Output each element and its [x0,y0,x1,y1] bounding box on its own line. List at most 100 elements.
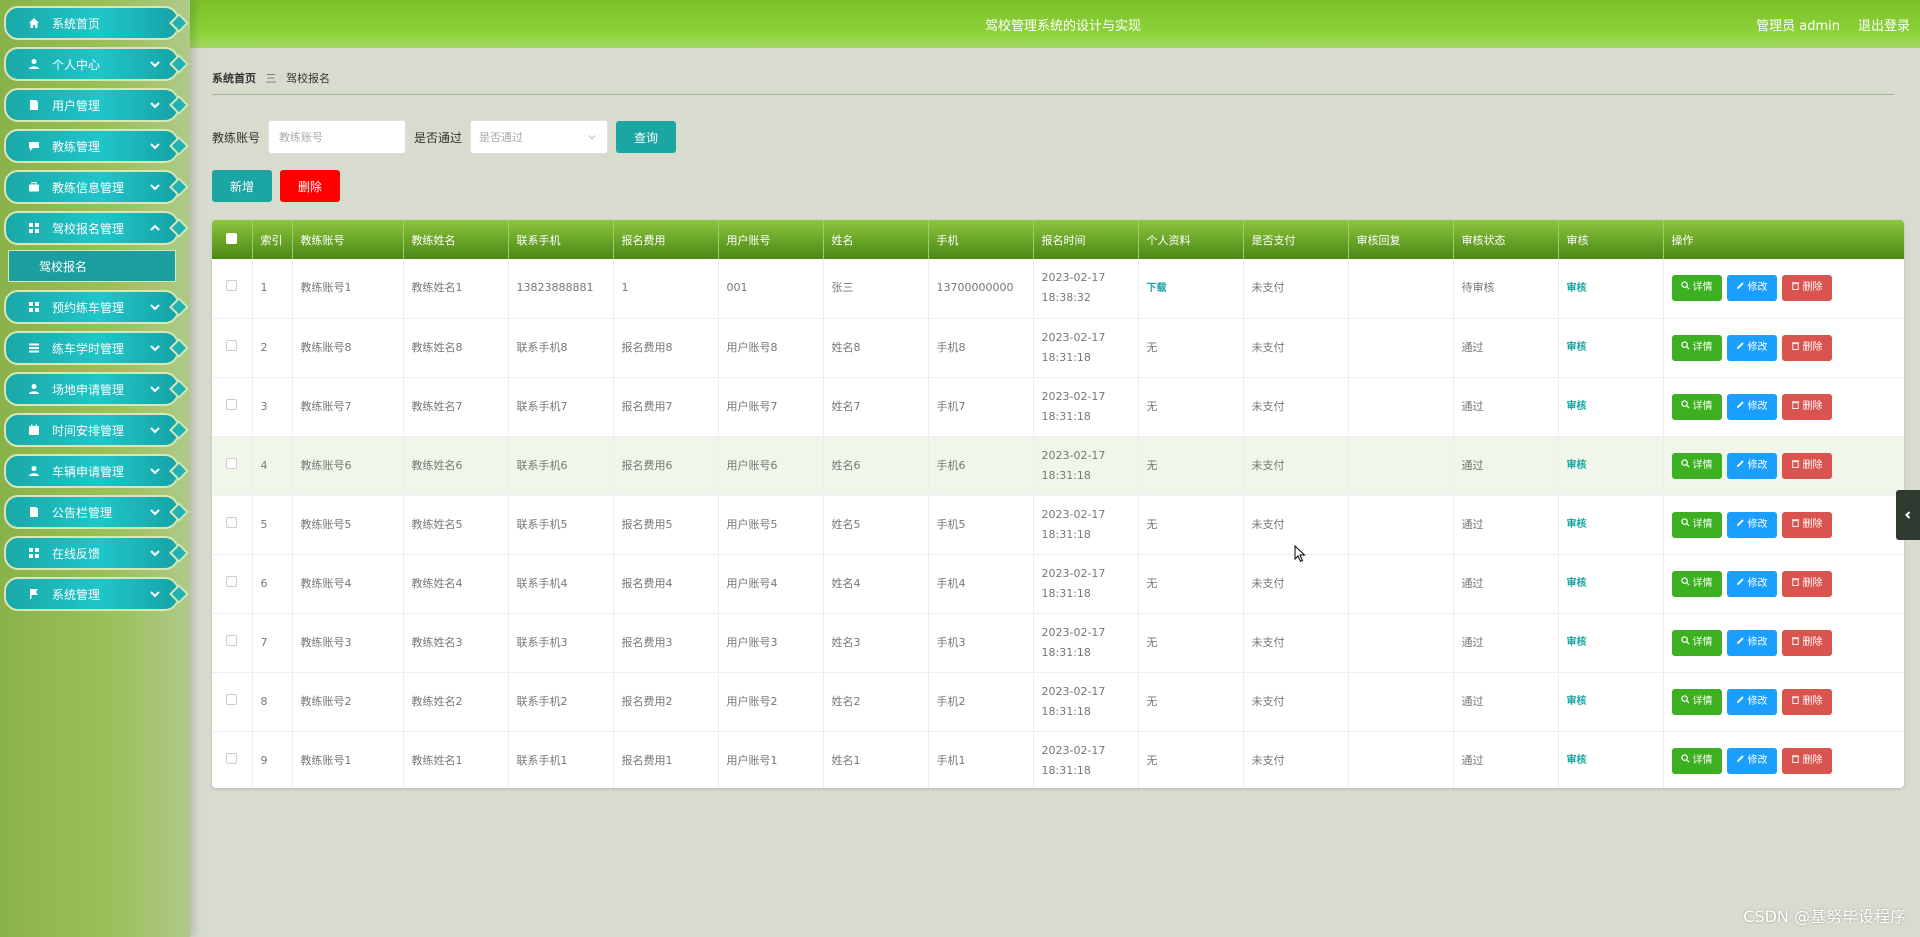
trash-icon [1791,338,1800,358]
collapse-panel-button[interactable] [1896,490,1920,540]
edit-button[interactable]: 修改 [1726,570,1777,597]
edit-button[interactable]: 修改 [1726,275,1777,302]
edit-button[interactable]: 修改 [1726,747,1777,774]
edit-button[interactable]: 修改 [1726,629,1777,656]
table-cell: 未支付 [1243,672,1349,731]
audit-link[interactable]: 审核 [1567,401,1587,412]
menu-diamond-ornament [169,136,189,156]
sidebar-item-3[interactable]: 教练管理 [4,129,189,163]
sidebar-item-11[interactable]: 公告栏管理 [4,495,189,529]
detail-button[interactable]: 详情 [1671,275,1722,302]
pencil-icon [1736,338,1745,358]
trash-icon [1791,751,1800,771]
sidebar-item-9[interactable]: 时间安排管理 [4,413,189,447]
audit-cell: 审核 [1558,377,1664,436]
audit-link[interactable]: 审核 [1567,637,1587,648]
operation-cell: 详情 修改 删除 [1663,672,1904,731]
table-cell: 姓名1 [823,731,929,788]
audit-link[interactable]: 审核 [1567,519,1587,530]
column-header: 是否支付 [1243,220,1349,259]
delete-button[interactable]: 删除 [1781,570,1832,597]
row-checkbox[interactable] [212,495,253,554]
sidebar-menu: 系统首页个人中心用户管理教练管理教练信息管理 驾校报名管理驾校报名预约练车管理 练车… [0,0,190,611]
sidebar-item-5[interactable]: 驾校报名管理 [4,211,189,245]
row-checkbox[interactable] [212,672,253,731]
table-cell: 报名费用2 [613,672,719,731]
detail-button[interactable]: 详情 [1671,452,1722,479]
detail-button[interactable]: 详情 [1671,747,1722,774]
edit-button[interactable]: 修改 [1726,511,1777,538]
table-cell: 无 [1138,377,1244,436]
edit-button[interactable]: 修改 [1726,452,1777,479]
detail-label: 详情 [1692,341,1713,353]
detail-button[interactable]: 详情 [1671,688,1722,715]
table-cell [1348,318,1454,377]
detail-button[interactable]: 详情 [1671,334,1722,361]
sidebar-item-4[interactable]: 教练信息管理 [4,170,189,204]
download-link[interactable]: 下载 [1147,283,1167,294]
row-checkbox[interactable] [212,731,253,788]
audit-link[interactable]: 审核 [1567,283,1587,294]
detail-button[interactable]: 详情 [1671,629,1722,656]
edit-button[interactable]: 修改 [1726,334,1777,361]
row-checkbox[interactable] [212,613,253,672]
row-checkbox[interactable] [212,259,253,318]
sidebar-item-13[interactable]: 系统管理 [4,577,189,611]
audit-link[interactable]: 审核 [1567,342,1587,353]
sidebar-item-6[interactable]: 预约练车管理 [4,290,189,324]
row-checkbox[interactable] [212,318,253,377]
edit-button[interactable]: 修改 [1726,688,1777,715]
chevron-down-icon [149,58,161,70]
delete-button[interactable]: 删除 [1781,275,1832,302]
sidebar-item-12[interactable]: 在线反馈 [4,536,189,570]
sidebar: 系统首页个人中心用户管理教练管理教练信息管理 驾校报名管理驾校报名预约练车管理 练车… [0,0,190,937]
pencil-icon [1736,278,1745,298]
edit-label: 修改 [1747,577,1768,589]
sidebar-item-0[interactable]: 系统首页 [4,6,189,40]
search-icon [1680,397,1690,417]
search-icon [1680,633,1690,653]
delete-button[interactable]: 删除 [1781,334,1832,361]
add-button[interactable]: 新增 [212,170,272,202]
delete-button[interactable]: 删除 [1781,452,1832,479]
sidebar-item-2[interactable]: 用户管理 [4,88,189,122]
passed-select[interactable]: 是否通过 [470,120,609,154]
table-cell: 通过 [1453,672,1559,731]
chevron-up-icon [149,222,161,234]
row-checkbox[interactable] [212,436,253,495]
delete-button[interactable]: 删除 [1781,629,1832,656]
table-cell: 无 [1138,613,1244,672]
delete-button[interactable]: 删除 [1781,688,1832,715]
sidebar-subitem-registration[interactable]: 驾校报名 [8,250,176,282]
table-cell: 手机2 [928,672,1034,731]
row-checkbox[interactable] [212,377,253,436]
delete-button[interactable]: 删除 [1781,393,1832,420]
detail-button[interactable]: 详情 [1671,511,1722,538]
sidebar-item-1[interactable]: 个人中心 [4,47,189,81]
edit-button[interactable]: 修改 [1726,393,1777,420]
select-all-checkbox[interactable] [212,220,253,259]
column-header: 审核 [1558,220,1664,259]
table-cell: 教练姓名1 [403,731,509,788]
audit-link[interactable]: 审核 [1567,578,1587,589]
audit-link[interactable]: 审核 [1567,460,1587,471]
passed-select-placeholder: 是否通过 [479,131,524,144]
grid-icon [26,545,42,561]
sidebar-item-10[interactable]: 车辆申请管理 [4,454,189,488]
delete-button[interactable]: 删除 [1781,747,1832,774]
registration-table: 索引 教练账号 教练姓名 联系手机 报名费用 用户账号 姓名 手机 报名时间 个人资料 是否支付 审核… [212,220,1904,788]
audit-link[interactable]: 审核 [1567,755,1587,766]
sidebar-item-8[interactable]: 场地申请管理 [4,372,189,406]
breadcrumb-home[interactable]: 系统首页 [212,72,256,85]
detail-button[interactable]: 详情 [1671,393,1722,420]
sidebar-item-7[interactable]: 练车学时管理 [4,331,189,365]
row-checkbox[interactable] [212,554,253,613]
delete-button[interactable]: 删除 [1781,511,1832,538]
coach-account-input[interactable]: 教练账号 [268,120,407,154]
audit-link[interactable]: 审核 [1567,696,1587,707]
detail-button[interactable]: 详情 [1671,570,1722,597]
delete-label: 删除 [1802,754,1823,766]
query-button[interactable]: 查询 [616,121,677,153]
batch-delete-button[interactable]: 删除 [280,170,340,202]
logout-link[interactable]: 退出登录 [1858,15,1910,34]
